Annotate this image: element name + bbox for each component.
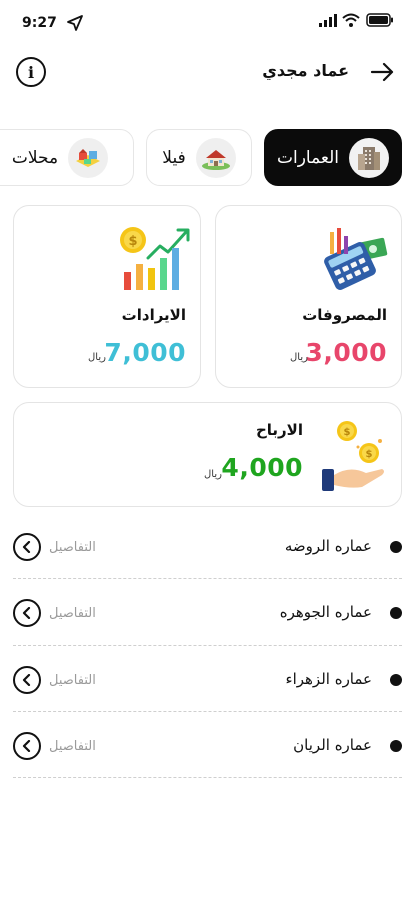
bullet-dot [390, 607, 402, 619]
revenues-amount: 7,000 [104, 338, 186, 367]
divider [13, 777, 402, 778]
details-link[interactable]: التفاصيل [13, 732, 96, 760]
building-name: عماره الروضه [284, 537, 372, 555]
location-arrow-icon [67, 15, 83, 31]
details-link[interactable]: التفاصيل [13, 533, 96, 561]
profits-card[interactable]: $ $ الارباح 4,000 ريال [13, 402, 402, 507]
tab-shops[interactable]: محلات [0, 129, 134, 186]
divider [13, 711, 402, 712]
building-name: عماره الجوهره [279, 603, 372, 621]
expenses-amount: 3,000 [305, 338, 387, 367]
profits-title: الارباح [255, 421, 303, 439]
bullet-dot [390, 674, 402, 686]
svg-text:$: $ [344, 427, 351, 438]
svg-text:$: $ [366, 449, 373, 460]
revenues-currency: ريال [88, 352, 106, 363]
page-title: عماد مجدي [262, 61, 349, 80]
chevron-left-icon [13, 599, 41, 627]
details-link[interactable]: التفاصيل [13, 599, 96, 627]
list-item[interactable]: عماره الزهراء التفاصيل [13, 647, 402, 713]
info-icon: i [27, 62, 35, 82]
villa-icon [195, 137, 236, 178]
expenses-card[interactable]: المصروفات 3,000 ريال [215, 205, 402, 388]
divider [13, 645, 402, 646]
details-label: التفاصيل [49, 738, 96, 754]
expenses-title: المصروفات [302, 306, 387, 324]
expenses-currency: ريال [290, 352, 308, 363]
bullet-dot [390, 740, 402, 752]
expenses-icon [324, 228, 388, 290]
bullet-dot [390, 541, 402, 553]
info-button[interactable]: i [16, 57, 46, 87]
revenues-card[interactable]: $ الايرادات 7,000 ريال [13, 205, 201, 388]
battery-icon [366, 13, 393, 27]
chevron-left-icon [13, 533, 41, 561]
building-icon [349, 137, 390, 178]
shops-icon [68, 137, 109, 178]
list-item[interactable]: عماره الريان التفاصيل [13, 713, 402, 779]
list-item[interactable]: عماره الروضه التفاصيل [13, 514, 402, 580]
status-time: 9:27 [22, 15, 57, 31]
building-name: عماره الريان [293, 736, 372, 754]
details-label: التفاصيل [49, 672, 96, 688]
revenues-title: الايرادات [121, 306, 186, 324]
chevron-left-icon [13, 666, 41, 694]
details-label: التفاصيل [49, 605, 96, 621]
tab-label: فيلا [162, 147, 186, 168]
svg-text:$: $ [128, 234, 137, 249]
profits-amount: 4,000 [221, 453, 303, 482]
building-name: عماره الزهراء [285, 670, 372, 688]
revenue-chart-icon: $ [120, 227, 190, 290]
details-link[interactable]: التفاصيل [13, 666, 96, 694]
profit-hand-coins-icon: $ $ [322, 421, 384, 491]
list-item[interactable]: عماره الجوهره التفاصيل [13, 580, 402, 646]
tab-buildings[interactable]: العمارات [264, 129, 402, 186]
divider [13, 578, 402, 579]
cellular-signal-icon [319, 14, 337, 27]
tab-label: محلات [11, 147, 59, 168]
wifi-icon [342, 13, 360, 27]
tab-label: العمارات [276, 147, 340, 168]
back-arrow-button[interactable] [369, 59, 395, 85]
profits-currency: ريال [204, 469, 222, 480]
details-label: التفاصيل [49, 539, 96, 555]
status-bar: 9:27 [0, 0, 415, 48]
chevron-left-icon [13, 732, 41, 760]
tab-villa[interactable]: فيلا [146, 129, 252, 186]
